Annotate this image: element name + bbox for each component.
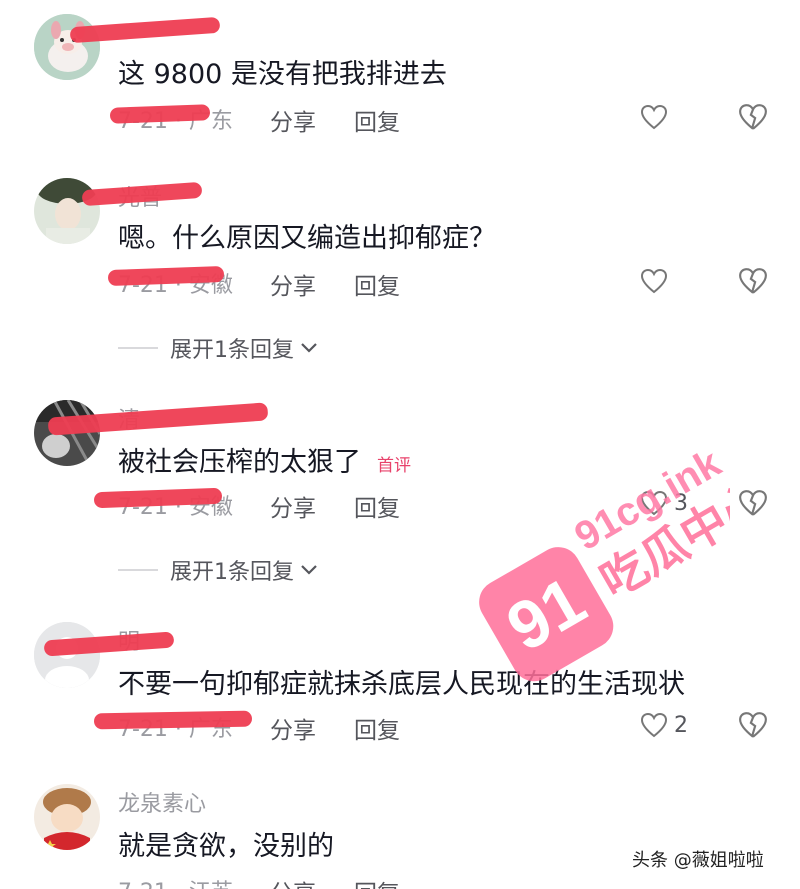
comment-text: 被社会压榨的太狠了 首评 (118, 440, 411, 479)
heart-icon (640, 268, 668, 294)
username-redaction (69, 16, 221, 44)
reply-button[interactable]: 回复 (354, 874, 400, 889)
avatar[interactable] (34, 784, 100, 850)
first-comment-badge: 首评 (377, 456, 411, 476)
comment-text: 不要一句抑郁症就抹杀底层人民现在的生活现状 (118, 669, 685, 700)
like-button[interactable]: 3 (640, 488, 688, 518)
broken-heart-icon[interactable] (738, 488, 768, 518)
divider (118, 347, 158, 349)
reply-button[interactable]: 回复 (354, 267, 400, 301)
avatar[interactable] (34, 622, 100, 688)
avatar[interactable] (34, 14, 100, 80)
chevron-down-icon (301, 565, 317, 575)
broken-heart-icon[interactable] (738, 710, 768, 740)
share-button[interactable]: 分享 (270, 874, 316, 889)
comment-date-location: 7-21 · 江苏 (118, 874, 233, 889)
share-button[interactable]: 分享 (270, 489, 316, 523)
meta-redaction (93, 710, 253, 730)
reply-button[interactable]: 回复 (354, 489, 400, 523)
reply-button[interactable]: 回复 (354, 103, 400, 137)
share-button[interactable]: 分享 (270, 711, 316, 745)
expand-replies-button[interactable]: 展开1条回复 (118, 332, 318, 364)
like-button[interactable] (640, 266, 668, 296)
broken-heart-icon[interactable] (738, 266, 768, 296)
heart-icon (640, 104, 668, 130)
comment-text: 这 9800 是没有把我排进去 (118, 59, 447, 90)
comment-text: 就是贪欲，没别的 (118, 831, 334, 862)
source-tag: 头条 @薇姐啦啦 (632, 850, 764, 871)
divider (118, 569, 158, 571)
like-count: 2 (674, 712, 688, 738)
reply-button[interactable]: 回复 (354, 711, 400, 745)
heart-icon (640, 490, 668, 516)
avatar[interactable] (34, 178, 100, 244)
like-button[interactable]: 2 (640, 710, 688, 740)
username[interactable]: 龙泉素心 (118, 786, 206, 818)
expand-replies-label: 展开1条回复 (170, 338, 294, 363)
comment-text: 嗯。什么原因又编造出抑郁症？ (118, 223, 496, 254)
expand-replies-button[interactable]: 展开1条回复 (118, 554, 318, 586)
share-button[interactable]: 分享 (270, 103, 316, 137)
broken-heart-icon[interactable] (738, 102, 768, 132)
like-button[interactable] (640, 102, 668, 132)
like-count: 3 (674, 490, 688, 516)
comment-text-content: 被社会压榨的太狠了 (118, 447, 361, 478)
expand-replies-label: 展开1条回复 (170, 560, 294, 585)
watermark-number: 91 (494, 562, 598, 666)
share-button[interactable]: 分享 (270, 267, 316, 301)
heart-icon (640, 712, 668, 738)
chevron-down-icon (301, 343, 317, 353)
